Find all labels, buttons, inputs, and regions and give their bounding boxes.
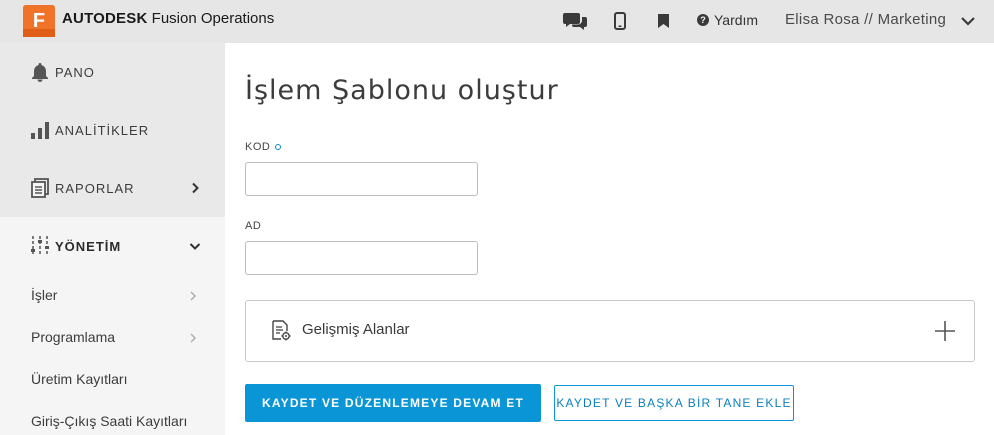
chevron-down-icon xyxy=(189,243,201,250)
kod-input[interactable] xyxy=(245,162,478,196)
sidebar-item-label: ANALİTİKLER xyxy=(55,122,150,138)
sidebar-item-pano[interactable]: PANO xyxy=(0,43,225,101)
sidebar-item-yonetim[interactable]: YÖNETİM xyxy=(0,217,225,275)
page-title: İşlem Şablonu oluştur xyxy=(245,75,559,106)
sidebar-subitem-giris-cikis[interactable]: Giriş-Çıkış Saati Kayıtları xyxy=(31,413,187,429)
brand-title: AUTODESK Fusion Operations xyxy=(62,10,274,27)
sidebar-subitem-uretim-kayitlari[interactable]: Üretim Kayıtları xyxy=(31,371,127,387)
reports-icon xyxy=(29,177,51,199)
sidebar-item-analitikler[interactable]: ANALİTİKLER xyxy=(0,101,225,159)
sidebar: PANO ANALİTİKLER RAPORLAR YÖNETİM İşler … xyxy=(0,43,225,435)
svg-text:F: F xyxy=(33,10,45,32)
help-icon: ? xyxy=(697,14,709,26)
chevron-down-icon[interactable] xyxy=(960,14,976,28)
chat-icon[interactable] xyxy=(563,11,589,31)
sliders-icon xyxy=(29,235,51,257)
product-name: Fusion Operations xyxy=(151,10,275,27)
sidebar-subitem-programlama[interactable]: Programlama xyxy=(31,329,115,345)
ad-field-label: AD xyxy=(245,220,261,232)
sidebar-subitem-isler[interactable]: İşler xyxy=(31,287,57,303)
required-indicator-icon xyxy=(275,144,282,150)
bell-icon xyxy=(29,61,51,83)
plus-icon[interactable] xyxy=(934,320,956,342)
user-menu-label[interactable]: Elisa Rosa // Marketing xyxy=(785,11,946,28)
mobile-icon[interactable] xyxy=(611,11,629,31)
chevron-right-icon xyxy=(190,291,196,301)
field-label-text: AD xyxy=(245,220,262,232)
chevron-right-icon xyxy=(190,333,196,343)
advanced-fields-panel[interactable]: Gelişmiş Alanlar xyxy=(245,300,975,362)
bookmark-icon[interactable] xyxy=(655,11,671,31)
save-and-continue-button[interactable]: KAYDET VE DÜZENLEMEYE DEVAM ET xyxy=(245,384,541,422)
chevron-right-icon xyxy=(192,182,199,194)
top-bar: F AUTODESK Fusion Operations ? Yardım El… xyxy=(0,0,994,43)
document-settings-icon xyxy=(272,320,291,341)
fusion-logo-icon[interactable]: F xyxy=(23,5,55,37)
advanced-fields-label: Gelişmiş Alanlar xyxy=(302,321,410,338)
save-and-add-another-button[interactable]: KAYDET VE BAŞKA BİR TANE EKLE xyxy=(554,385,794,421)
sidebar-item-label: RAPORLAR xyxy=(55,180,135,196)
sidebar-item-label: YÖNETİM xyxy=(55,238,122,254)
field-label-text: KOD xyxy=(245,141,271,153)
bar-chart-icon xyxy=(29,119,51,141)
kod-field-label: KOD xyxy=(245,141,282,153)
brand-name: AUTODESK xyxy=(62,10,148,27)
ad-input[interactable] xyxy=(245,241,478,275)
sidebar-item-raporlar[interactable]: RAPORLAR xyxy=(0,159,225,217)
help-link[interactable]: ? Yardım xyxy=(697,12,758,28)
help-label: Yardım xyxy=(714,12,759,28)
sidebar-item-label: PANO xyxy=(55,64,95,80)
